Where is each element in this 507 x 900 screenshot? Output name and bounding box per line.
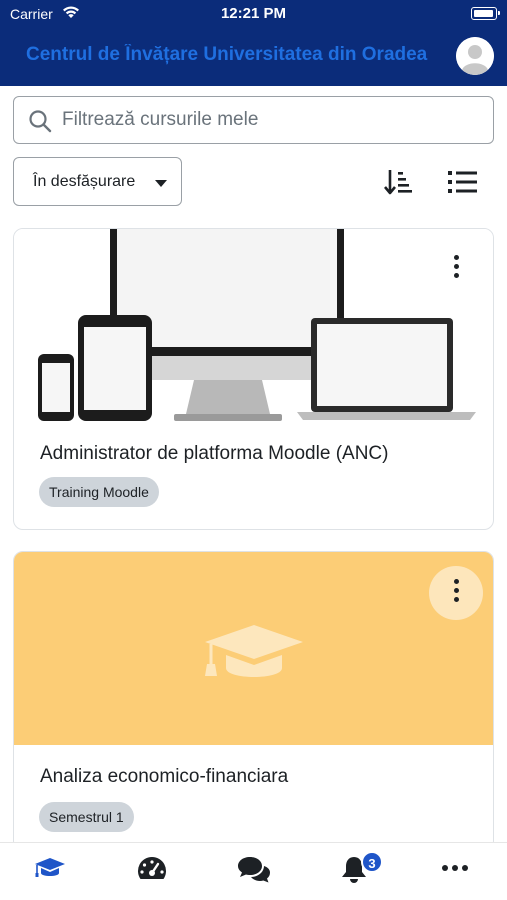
course-search-field[interactable]: [13, 96, 494, 144]
more-horizontal-icon: [442, 865, 468, 871]
tab-dashboard[interactable]: [132, 853, 172, 887]
more-vertical-icon: [454, 579, 459, 584]
course-image: [14, 229, 493, 425]
notifications-count-badge: 3: [361, 851, 383, 873]
graduation-cap-icon: [35, 858, 65, 877]
course-options-button[interactable]: [429, 245, 483, 299]
view-mode-button[interactable]: [448, 170, 478, 194]
status-filter-select[interactable]: În desfășurare: [13, 157, 182, 206]
bottom-tab-bar: 3: [0, 842, 507, 900]
battery-icon: [471, 7, 500, 20]
site-title: Centrul de Învățare Universitatea din Or…: [26, 44, 428, 65]
clock: 12:21 PM: [220, 5, 287, 22]
graduation-cap-icon: [205, 625, 303, 677]
course-options-button[interactable]: [429, 566, 483, 620]
course-image: [14, 552, 493, 745]
course-card[interactable]: Administrator de platforma Moodle (ANC) …: [13, 228, 494, 530]
tab-messages[interactable]: [233, 853, 273, 887]
search-icon: [28, 109, 52, 138]
more-vertical-dot: [454, 588, 459, 593]
tachometer-icon: [137, 857, 167, 879]
status-bar: Carrier 12:21 PM: [0, 0, 507, 28]
list-icon: [448, 171, 477, 193]
user-icon: [456, 37, 494, 75]
devices-illustration: [38, 229, 476, 421]
caret-down-icon: [155, 180, 167, 187]
more-vertical-icon: [454, 255, 459, 260]
course-title[interactable]: Administrator de platforma Moodle (ANC): [40, 443, 388, 465]
sort-amount-icon: [384, 170, 412, 195]
sort-button[interactable]: [384, 168, 414, 196]
app-header: Carrier 12:21 PM Centrul de Învățare Uni…: [0, 0, 507, 86]
search-input[interactable]: [62, 105, 482, 135]
status-filter-value: În desfășurare: [33, 173, 136, 190]
course-card[interactable]: Analiza economico-financiara Semestrul 1: [13, 551, 494, 851]
course-category-badge: Training Moodle: [39, 477, 159, 507]
user-avatar[interactable]: [456, 37, 494, 75]
tab-home[interactable]: [30, 853, 70, 887]
tab-notifications[interactable]: 3: [335, 851, 383, 887]
more-vertical-dot: [454, 597, 459, 602]
tab-more[interactable]: [436, 853, 476, 887]
comments-icon: [238, 857, 270, 883]
more-vertical-dot: [454, 264, 459, 269]
more-vertical-dot: [454, 273, 459, 278]
course-title[interactable]: Analiza economico-financiara: [40, 766, 288, 788]
course-category-badge: Semestrul 1: [39, 802, 134, 832]
